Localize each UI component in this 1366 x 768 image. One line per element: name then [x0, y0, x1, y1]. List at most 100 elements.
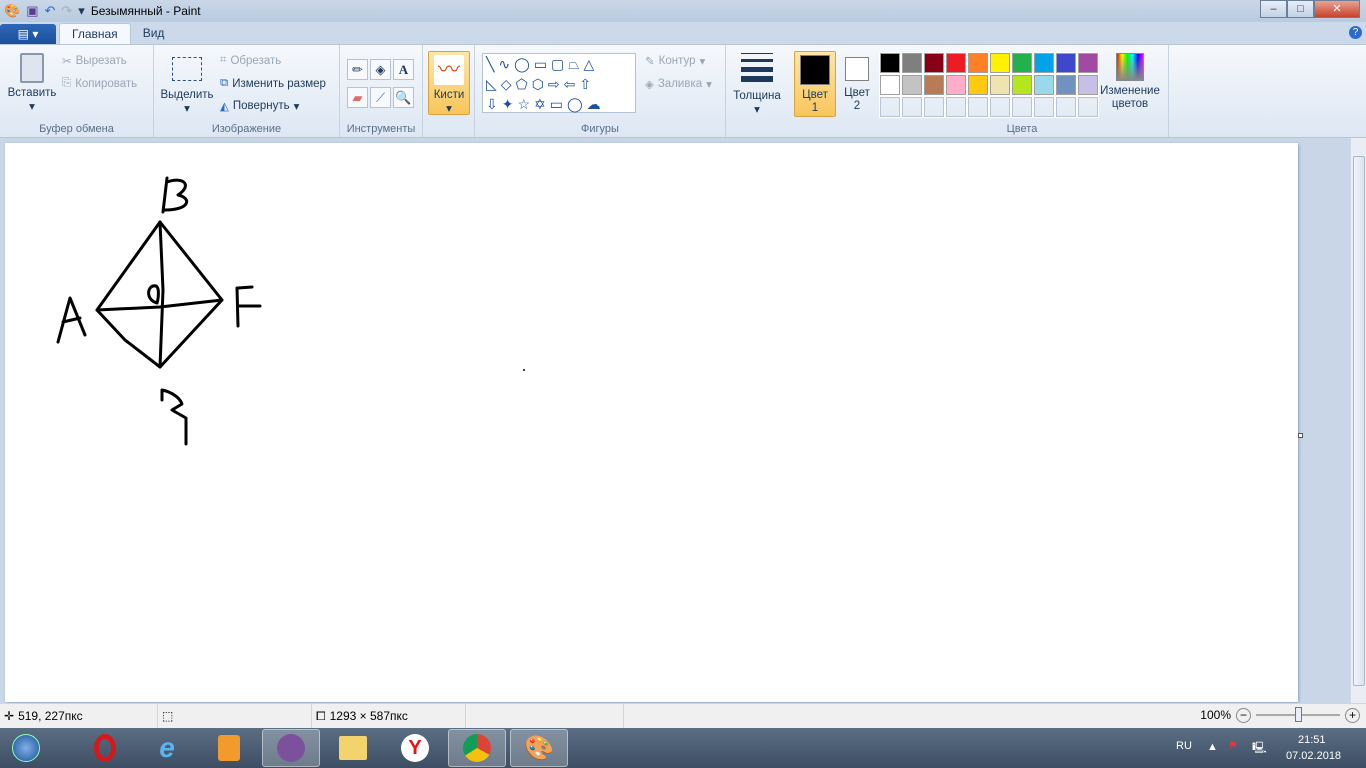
- zoom-slider[interactable]: [1256, 707, 1340, 723]
- clock-time[interactable]: 21:51: [1298, 734, 1326, 746]
- action-center-icon[interactable]: ⚑: [1228, 739, 1238, 752]
- resize-button[interactable]: ⧉ Изменить размер: [220, 77, 326, 90]
- show-hidden-icons[interactable]: ▲: [1207, 741, 1218, 753]
- size-button[interactable]: Толщина ▾: [730, 53, 784, 116]
- minimize-button[interactable]: –: [1260, 0, 1287, 18]
- network-icon[interactable]: 🖳: [1252, 739, 1267, 758]
- undo-icon[interactable]: ↶: [44, 3, 55, 19]
- magnifier-icon[interactable]: 🔍: [393, 87, 414, 108]
- zoom-level: 100%: [1200, 708, 1231, 722]
- outline-button[interactable]: ✎ Контур ▾: [645, 54, 705, 68]
- taskbar-opera[interactable]: [76, 729, 134, 767]
- color-swatch[interactable]: [945, 74, 967, 96]
- clipboard-group-label: Буфер обмена: [39, 123, 114, 135]
- copy-button[interactable]: ⎘ Копировать: [62, 77, 137, 90]
- edit-colors-label: Изменение цветов: [1100, 85, 1160, 110]
- color-swatch[interactable]: [923, 74, 945, 96]
- custom-color-slot[interactable]: [1055, 96, 1077, 118]
- text-tool-icon[interactable]: A: [393, 59, 414, 80]
- custom-color-slot[interactable]: [1077, 96, 1099, 118]
- help-button[interactable]: ?: [1349, 26, 1362, 39]
- dot-mark: [523, 369, 525, 371]
- color-swatch[interactable]: [945, 52, 967, 74]
- yandex-icon: Y: [401, 734, 429, 762]
- zoom-out-button[interactable]: −: [1236, 707, 1251, 723]
- windows-logo-icon: [12, 734, 40, 762]
- color2-button[interactable]: Цвет 2: [838, 51, 876, 117]
- custom-color-slot[interactable]: [1033, 96, 1055, 118]
- crop-button[interactable]: ⌗ Обрезать: [220, 54, 281, 67]
- color-swatch[interactable]: [901, 74, 923, 96]
- start-button[interactable]: [0, 729, 52, 767]
- color-swatch[interactable]: [1033, 74, 1055, 96]
- shapes-group-label: Фигуры: [581, 123, 619, 135]
- fill-bucket-icon[interactable]: ◈: [370, 59, 391, 80]
- color1-button[interactable]: Цвет 1: [794, 51, 836, 117]
- color-swatch[interactable]: [967, 52, 989, 74]
- color-swatch[interactable]: [1055, 74, 1077, 96]
- color-picker-icon[interactable]: ⟋: [370, 87, 391, 108]
- save-icon[interactable]: ▣: [26, 3, 38, 19]
- tab-view[interactable]: Вид: [131, 23, 177, 44]
- language-indicator[interactable]: RU: [1176, 740, 1192, 752]
- resize-handle[interactable]: [1298, 433, 1303, 438]
- vertical-scrollbar[interactable]: [1350, 138, 1366, 703]
- pencil-icon[interactable]: ✏: [347, 59, 368, 80]
- color-swatch[interactable]: [989, 52, 1011, 74]
- taskbar-chrome[interactable]: [448, 729, 506, 767]
- scroll-thumb[interactable]: [1353, 156, 1365, 686]
- clock-date[interactable]: 07.02.2018: [1286, 750, 1341, 762]
- redo-icon[interactable]: ↷: [61, 3, 72, 19]
- rotate-label: Повернуть: [232, 100, 290, 112]
- taskbar-ie[interactable]: e: [138, 729, 196, 767]
- letter-a: [56, 296, 87, 344]
- taskbar-media[interactable]: [200, 729, 258, 767]
- cut-button[interactable]: ✂ Вырезать: [62, 54, 127, 68]
- custom-color-slot[interactable]: [923, 96, 945, 118]
- fill-icon: ◈: [645, 79, 654, 91]
- color-swatch[interactable]: [1077, 74, 1099, 96]
- maximize-button[interactable]: □: [1287, 0, 1314, 18]
- close-button[interactable]: ✕: [1314, 0, 1360, 18]
- color-swatch[interactable]: [923, 52, 945, 74]
- color-swatch[interactable]: [1055, 52, 1077, 74]
- edit-colors-button[interactable]: Изменение цветов: [1098, 51, 1162, 111]
- color-swatch[interactable]: [1011, 52, 1033, 74]
- customize-qat-icon[interactable]: ▾: [78, 3, 85, 19]
- color-swatch[interactable]: [901, 52, 923, 74]
- custom-color-slot[interactable]: [1011, 96, 1033, 118]
- taskbar-viber[interactable]: [262, 729, 320, 767]
- rotate-button[interactable]: ◭ Повернуть ▾: [220, 99, 299, 113]
- color-swatch[interactable]: [1033, 52, 1055, 74]
- custom-color-slot[interactable]: [879, 96, 901, 118]
- shapes-gallery[interactable]: ╲∿◯▭▢⏢△ ◺◇⬠⬡⇨⇦⇧ ⇩✦☆✡▭◯☁: [482, 53, 636, 113]
- canvas-size: 1293 × 587пкс: [329, 709, 408, 723]
- fill-button[interactable]: ◈ Заливка ▾: [645, 77, 712, 91]
- taskbar-paint[interactable]: 🎨: [510, 729, 568, 767]
- drawing-canvas[interactable]: [5, 143, 1303, 702]
- color-swatch[interactable]: [1011, 74, 1033, 96]
- color-swatch[interactable]: [989, 74, 1011, 96]
- tab-home[interactable]: Главная: [59, 23, 131, 44]
- custom-color-slot[interactable]: [989, 96, 1011, 118]
- tools-group: ✏ ◈ A ▰ ⟋ 🔍 Инструменты: [340, 45, 423, 137]
- custom-color-slot[interactable]: [901, 96, 923, 118]
- paint-app-icon[interactable]: 🎨: [4, 3, 20, 19]
- brushes-button[interactable]: 〰 Кисти ▾: [428, 51, 470, 115]
- file-menu-button[interactable]: ▤ ▾: [0, 24, 56, 44]
- zoom-in-button[interactable]: +: [1345, 707, 1360, 723]
- paste-button[interactable]: Вставить ▾: [4, 51, 60, 113]
- status-bar: ✛ 519, 227пкс ⬚ ⧠ 1293 × 587пкс 100% − +: [0, 703, 1366, 728]
- color-swatch[interactable]: [879, 52, 901, 74]
- color-swatch[interactable]: [879, 74, 901, 96]
- color-swatch[interactable]: [1077, 52, 1099, 74]
- size-group: Толщина ▾: [726, 45, 788, 137]
- taskbar-explorer[interactable]: [324, 729, 382, 767]
- custom-color-slot[interactable]: [967, 96, 989, 118]
- eraser-icon[interactable]: ▰: [347, 87, 368, 108]
- color-swatch[interactable]: [967, 74, 989, 96]
- select-button[interactable]: Выделить ▾: [158, 55, 216, 115]
- custom-color-slot[interactable]: [945, 96, 967, 118]
- taskbar-yandex[interactable]: Y: [386, 729, 444, 767]
- zoom-slider-thumb[interactable]: [1295, 707, 1302, 722]
